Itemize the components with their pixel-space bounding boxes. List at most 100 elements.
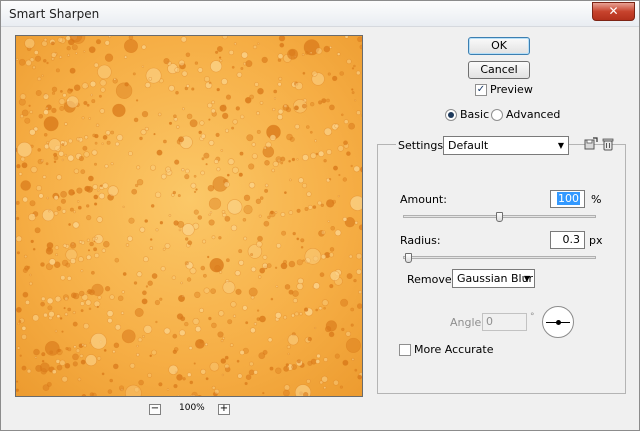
preview-bubble — [141, 65, 144, 68]
preview-bubble — [24, 38, 36, 49]
preview-bubble — [238, 172, 243, 177]
preview-bubble — [145, 285, 149, 288]
preview-bubble — [298, 177, 304, 184]
preview-bubble — [155, 228, 159, 232]
preview-image[interactable] — [15, 35, 363, 397]
amount-input[interactable]: 100 — [550, 190, 585, 208]
preview-bubble — [178, 136, 185, 143]
preview-bubble — [16, 216, 20, 221]
save-settings-icon[interactable] — [584, 137, 598, 151]
preview-bubble — [230, 224, 238, 232]
preview-bubble — [361, 114, 362, 118]
preview-bubble — [283, 365, 290, 372]
ok-button[interactable]: OK — [468, 37, 530, 55]
remove-label: Remove: — [407, 273, 456, 286]
preview-bubble — [166, 388, 170, 391]
preview-bubble — [50, 41, 55, 46]
preview-bubble — [348, 122, 355, 130]
preview-bubble — [338, 173, 341, 177]
preview-bubble — [70, 292, 77, 299]
preview-bubble — [233, 42, 237, 46]
preview-bubble — [162, 247, 166, 251]
preview-bubble — [202, 273, 207, 278]
preview-bubble — [336, 52, 341, 56]
close-button[interactable]: ✕ — [592, 2, 635, 21]
preview-bubble — [63, 307, 66, 310]
zoom-out-button[interactable]: − — [149, 404, 161, 415]
preview-bubble — [235, 288, 242, 295]
more-accurate-checkbox[interactable] — [399, 344, 411, 356]
preview-bubble — [59, 106, 65, 112]
preview-bubble — [133, 281, 138, 285]
preview-bubble — [178, 228, 182, 232]
preview-bubble — [305, 51, 309, 55]
title-bar[interactable]: Smart Sharpen ✕ — [1, 1, 639, 27]
preview-bubble — [67, 88, 73, 94]
preview-bubble — [250, 266, 257, 273]
preview-bubble — [112, 350, 116, 354]
preview-bubble — [110, 162, 114, 166]
preview-bubble — [216, 167, 221, 172]
preview-bubble — [59, 317, 63, 320]
preview-bubble — [210, 108, 216, 114]
preview-bubble — [318, 150, 325, 157]
preview-bubble — [103, 348, 107, 352]
preview-bubble — [85, 299, 92, 306]
preview-bubble — [193, 190, 197, 194]
preview-bubble — [33, 50, 39, 55]
preview-bubble — [211, 100, 215, 105]
trash-icon[interactable] — [601, 137, 615, 151]
preview-bubble — [128, 217, 135, 224]
preview-bubble — [253, 369, 258, 375]
preview-bubble — [249, 327, 256, 334]
advanced-radio[interactable] — [491, 109, 503, 121]
radius-value: 0.3 — [562, 233, 581, 246]
preview-bubble — [248, 182, 256, 189]
zoom-in-button[interactable]: + — [218, 404, 230, 415]
remove-dropdown[interactable]: Gaussian Blur ▼ — [452, 269, 535, 288]
preview-bubble — [136, 344, 139, 348]
preview-bubble — [194, 61, 199, 65]
preview-bubble — [61, 209, 67, 214]
preview-bubble — [37, 76, 42, 82]
preview-bubble — [29, 281, 33, 286]
preview-bubble — [91, 283, 104, 296]
preview-bubble — [203, 287, 210, 294]
radius-input[interactable]: 0.3 — [550, 231, 585, 249]
preview-bubble — [140, 129, 147, 136]
preview-bubble — [303, 307, 309, 312]
preview-bubble — [58, 98, 66, 105]
preview-bubble — [184, 321, 189, 327]
preview-bubble — [177, 220, 185, 228]
preview-bubble — [16, 235, 23, 242]
preview-bubble — [56, 314, 61, 319]
preview-bubble — [193, 174, 197, 178]
preview-bubble — [22, 196, 29, 203]
amount-slider-handle[interactable] — [496, 212, 503, 222]
preview-bubble — [309, 51, 313, 54]
preview-bubble — [302, 259, 305, 262]
preview-checkbox[interactable]: ✓ — [475, 84, 487, 96]
preview-bubble — [57, 37, 64, 43]
preview-label: Preview — [490, 83, 533, 96]
preview-bubble — [280, 212, 286, 217]
preview-bubble — [134, 183, 139, 188]
preview-bubble — [83, 151, 90, 158]
preview-bubble — [288, 159, 291, 163]
preview-bubble — [99, 184, 103, 188]
preview-bubble — [25, 59, 32, 67]
preview-bubble — [142, 335, 145, 338]
settings-dropdown[interactable]: Default ▼ — [443, 136, 569, 155]
radius-slider-track[interactable] — [403, 256, 596, 259]
preview-bubble — [198, 130, 202, 135]
preview-bubble — [73, 210, 77, 214]
preview-bubble — [316, 353, 321, 359]
preview-bubble — [285, 363, 289, 367]
preview-bubble — [85, 354, 97, 367]
cancel-button[interactable]: Cancel — [468, 61, 530, 79]
radius-slider-handle[interactable] — [405, 253, 413, 263]
preview-bubble — [181, 107, 185, 111]
preview-bubble — [76, 200, 80, 203]
basic-radio[interactable] — [445, 109, 457, 121]
preview-bubble — [174, 159, 180, 165]
